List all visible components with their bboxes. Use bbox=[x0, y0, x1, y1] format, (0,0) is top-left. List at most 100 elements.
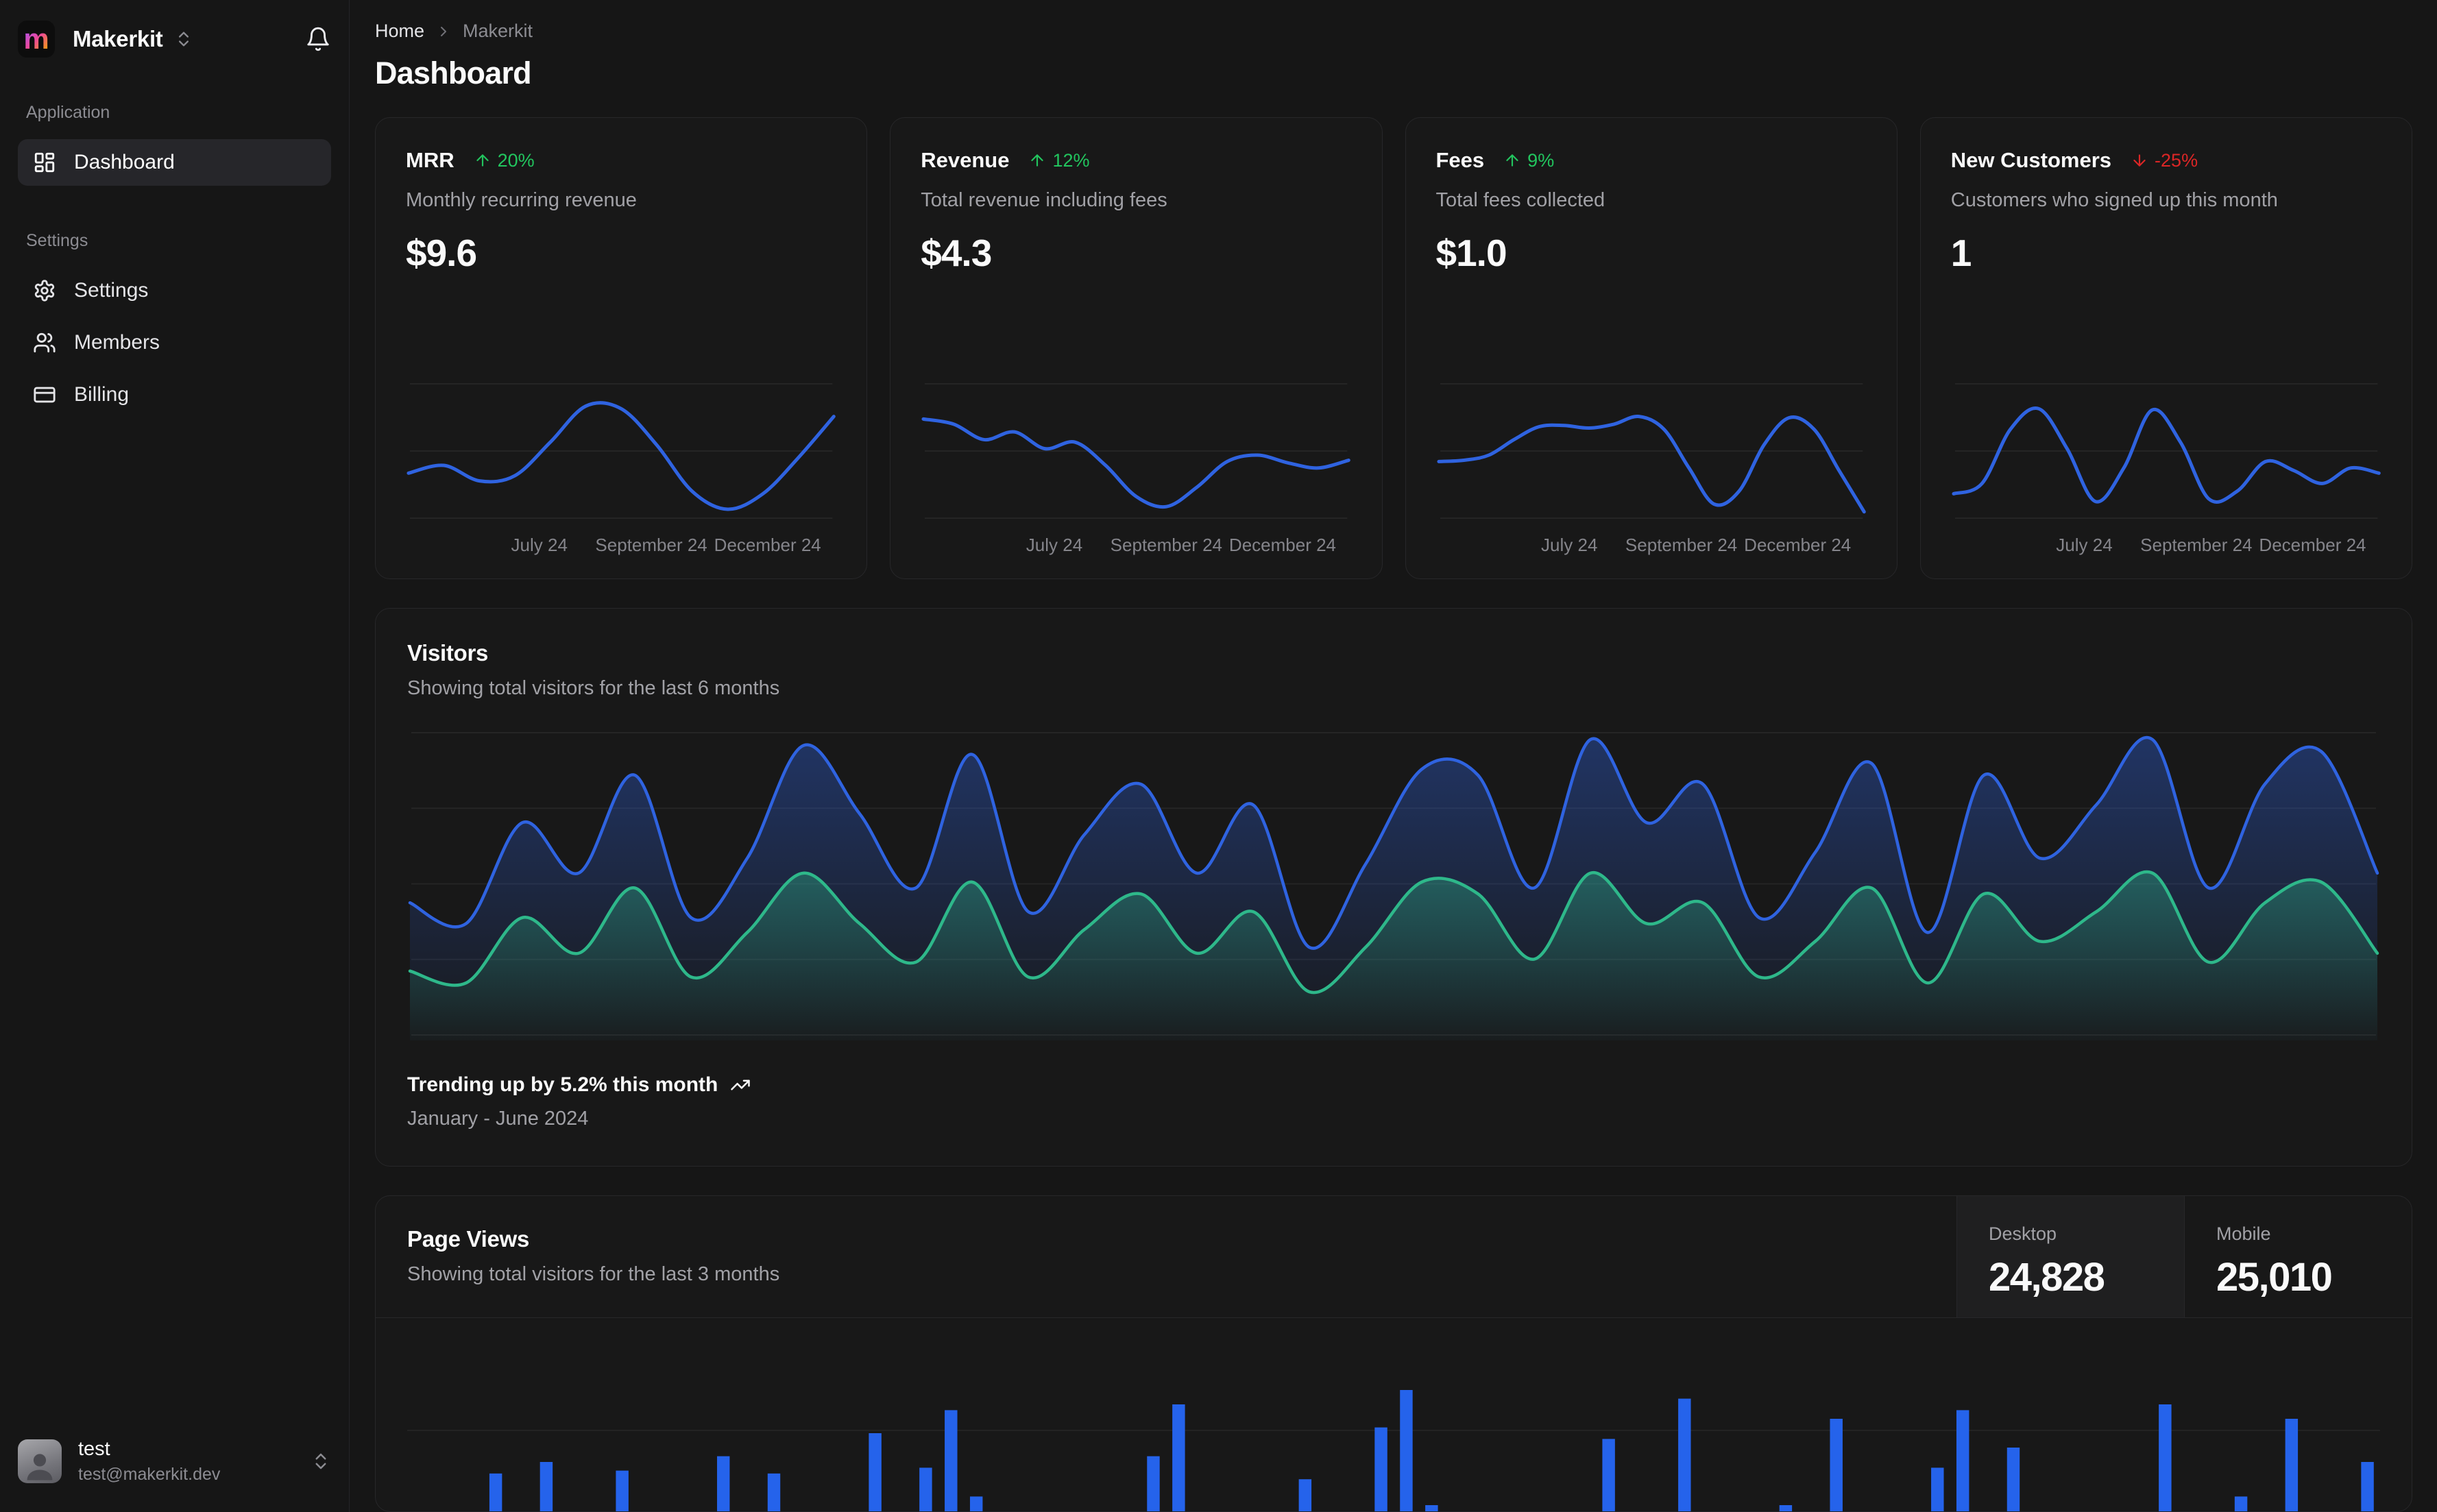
axis-tick: December 24 bbox=[2259, 535, 2366, 555]
nav-settings: Settings Members Billing bbox=[18, 267, 331, 418]
workspace-row: m Makerkit bbox=[18, 21, 331, 58]
page-views-subtitle: Showing total visitors for the last 3 mo… bbox=[407, 1263, 780, 1285]
chevrons-up-down-icon bbox=[315, 1453, 326, 1470]
notifications-button[interactable] bbox=[305, 26, 331, 52]
bell-icon bbox=[307, 27, 329, 51]
trend-value: 20% bbox=[497, 149, 535, 171]
user-silhouette-icon bbox=[27, 1454, 53, 1480]
chevrons-up-down-icon bbox=[178, 32, 189, 47]
stat-description: Customers who signed up this month bbox=[1950, 189, 2278, 211]
toggle-label: Mobile bbox=[2216, 1223, 2271, 1244]
trend-badge: -25% bbox=[2131, 150, 2198, 171]
billing-icon bbox=[33, 383, 56, 406]
stat-title: New Customers bbox=[1950, 148, 2112, 172]
sparkline-axis: July 24 September 24 December 24 bbox=[406, 535, 836, 558]
stat-card-mrr: MRR 20% Monthly recurring revenue $9.6 J… bbox=[375, 117, 868, 579]
stat-title: MRR bbox=[406, 148, 454, 172]
sidebar-item-dashboard[interactable]: Dashboard bbox=[18, 139, 331, 186]
stat-description: Total revenue including fees bbox=[921, 189, 1167, 211]
axis-tick: September 24 bbox=[2140, 535, 2253, 555]
stat-value: $1.0 bbox=[1435, 232, 1507, 274]
sidebar-item-label: Settings bbox=[74, 279, 149, 302]
axis-tick: July 24 bbox=[511, 535, 568, 555]
sidebar-item-label: Members bbox=[74, 331, 160, 354]
trend-value: 9% bbox=[1527, 149, 1555, 171]
toggle-mobile[interactable]: Mobile 25,010 bbox=[2184, 1196, 2412, 1317]
stat-card-fees: Fees 9% Total fees collected $1.0 July 2… bbox=[1405, 117, 1898, 579]
sparkline-chart: July 24 September 24 December 24 bbox=[1951, 380, 2381, 558]
sidebar-item-label: Dashboard bbox=[74, 151, 175, 173]
axis-tick: December 24 bbox=[1228, 535, 1337, 555]
visitors-period: January - June 2024 bbox=[407, 1108, 589, 1130]
axis-tick: December 24 bbox=[1744, 535, 1852, 555]
sidebar-item-settings[interactable]: Settings bbox=[18, 267, 331, 314]
user-email: test@makerkit.dev bbox=[78, 1465, 221, 1484]
members-icon bbox=[33, 331, 56, 354]
stat-card-revenue: Revenue 12% Total revenue including fees… bbox=[890, 117, 1383, 579]
user-name: test bbox=[78, 1438, 110, 1460]
avatar bbox=[18, 1439, 62, 1483]
dashboard-icon bbox=[33, 151, 56, 174]
user-menu-caret[interactable] bbox=[311, 1451, 331, 1472]
stat-description: Monthly recurring revenue bbox=[406, 189, 637, 211]
trend-badge: 9% bbox=[1503, 150, 1554, 171]
sparkline-chart: July 24 September 24 December 24 bbox=[921, 380, 1351, 558]
breadcrumb-current: Makerkit bbox=[463, 21, 533, 41]
visitors-footer: Trending up by 5.2% this month January -… bbox=[407, 1073, 2380, 1130]
stat-cards-row: MRR 20% Monthly recurring revenue $9.6 J… bbox=[375, 117, 2412, 579]
sparkline-axis: July 24 September 24 December 24 bbox=[921, 535, 1351, 558]
toggle-value: 24,828 bbox=[1989, 1255, 2105, 1300]
visitors-area-chart bbox=[407, 729, 2380, 1040]
workspace-name: Makerkit bbox=[73, 26, 163, 51]
stat-card-new-customers: New Customers -25% Customers who signed … bbox=[1919, 117, 2412, 579]
trend-badge: 12% bbox=[1028, 149, 1090, 171]
page-views-card: Page Views Showing total visitors for th… bbox=[375, 1195, 2412, 1512]
sparkline-chart: July 24 September 24 December 24 bbox=[1436, 380, 1867, 558]
arrow-up-icon bbox=[1503, 151, 1521, 169]
axis-tick: July 24 bbox=[1541, 535, 1598, 555]
sidebar-item-label: Billing bbox=[74, 383, 130, 406]
toggle-value: 25,010 bbox=[2216, 1255, 2333, 1300]
axis-tick: July 24 bbox=[2056, 535, 2113, 555]
page-views-bar-chart bbox=[376, 1318, 2412, 1511]
stat-value: $4.3 bbox=[921, 232, 992, 274]
settings-icon bbox=[33, 279, 56, 302]
axis-tick: December 24 bbox=[714, 535, 821, 555]
sidebar-item-billing[interactable]: Billing bbox=[18, 371, 331, 418]
arrow-up-icon bbox=[1028, 151, 1046, 169]
sparkline-axis: July 24 September 24 December 24 bbox=[1951, 535, 2381, 558]
section-label-settings: Settings bbox=[26, 231, 88, 250]
breadcrumb: Home Makerkit bbox=[375, 21, 2412, 42]
chevron-right-icon bbox=[435, 23, 452, 40]
sparkline-axis: July 24 September 24 December 24 bbox=[1436, 535, 1867, 558]
stat-value: 1 bbox=[1950, 232, 1972, 274]
stat-title: Fees bbox=[1435, 148, 1485, 172]
trending-up-icon bbox=[730, 1075, 751, 1095]
visitors-subtitle: Showing total visitors for the last 6 mo… bbox=[407, 677, 780, 699]
breadcrumb-home-link[interactable]: Home bbox=[375, 21, 424, 42]
axis-tick: September 24 bbox=[595, 535, 707, 555]
visitors-trend-text: Trending up by 5.2% this month bbox=[407, 1073, 718, 1096]
sparkline-chart: July 24 September 24 December 24 bbox=[406, 380, 836, 558]
workspace-selector[interactable] bbox=[174, 29, 193, 49]
axis-tick: September 24 bbox=[1110, 535, 1223, 555]
visitors-title: Visitors bbox=[407, 640, 489, 666]
trend-badge: 20% bbox=[474, 150, 535, 171]
toggle-desktop[interactable]: Desktop 24,828 bbox=[1956, 1196, 2184, 1317]
sidebar: m Makerkit Application Dashboard Setting… bbox=[0, 0, 350, 1512]
user-menu[interactable]: test test@makerkit.dev bbox=[18, 1438, 331, 1485]
page-title: Dashboard bbox=[375, 56, 532, 90]
page-views-header: Page Views Showing total visitors for th… bbox=[376, 1196, 2412, 1318]
stat-title: Revenue bbox=[921, 148, 1010, 172]
stat-description: Total fees collected bbox=[1435, 189, 1605, 211]
trend-value: 12% bbox=[1052, 149, 1090, 171]
nav-application: Dashboard bbox=[18, 139, 331, 186]
section-label-application: Application bbox=[26, 103, 110, 122]
page-views-toggles: Desktop 24,828 Mobile 25,010 bbox=[1956, 1196, 2412, 1317]
makerkit-logo: m bbox=[18, 21, 55, 58]
sidebar-item-members[interactable]: Members bbox=[18, 319, 331, 366]
main-content: Home Makerkit Dashboard MRR 20% Monthly … bbox=[350, 0, 2437, 1512]
page-views-title: Page Views bbox=[407, 1226, 530, 1252]
stat-value: $9.6 bbox=[406, 232, 477, 274]
axis-tick: September 24 bbox=[1625, 535, 1738, 555]
